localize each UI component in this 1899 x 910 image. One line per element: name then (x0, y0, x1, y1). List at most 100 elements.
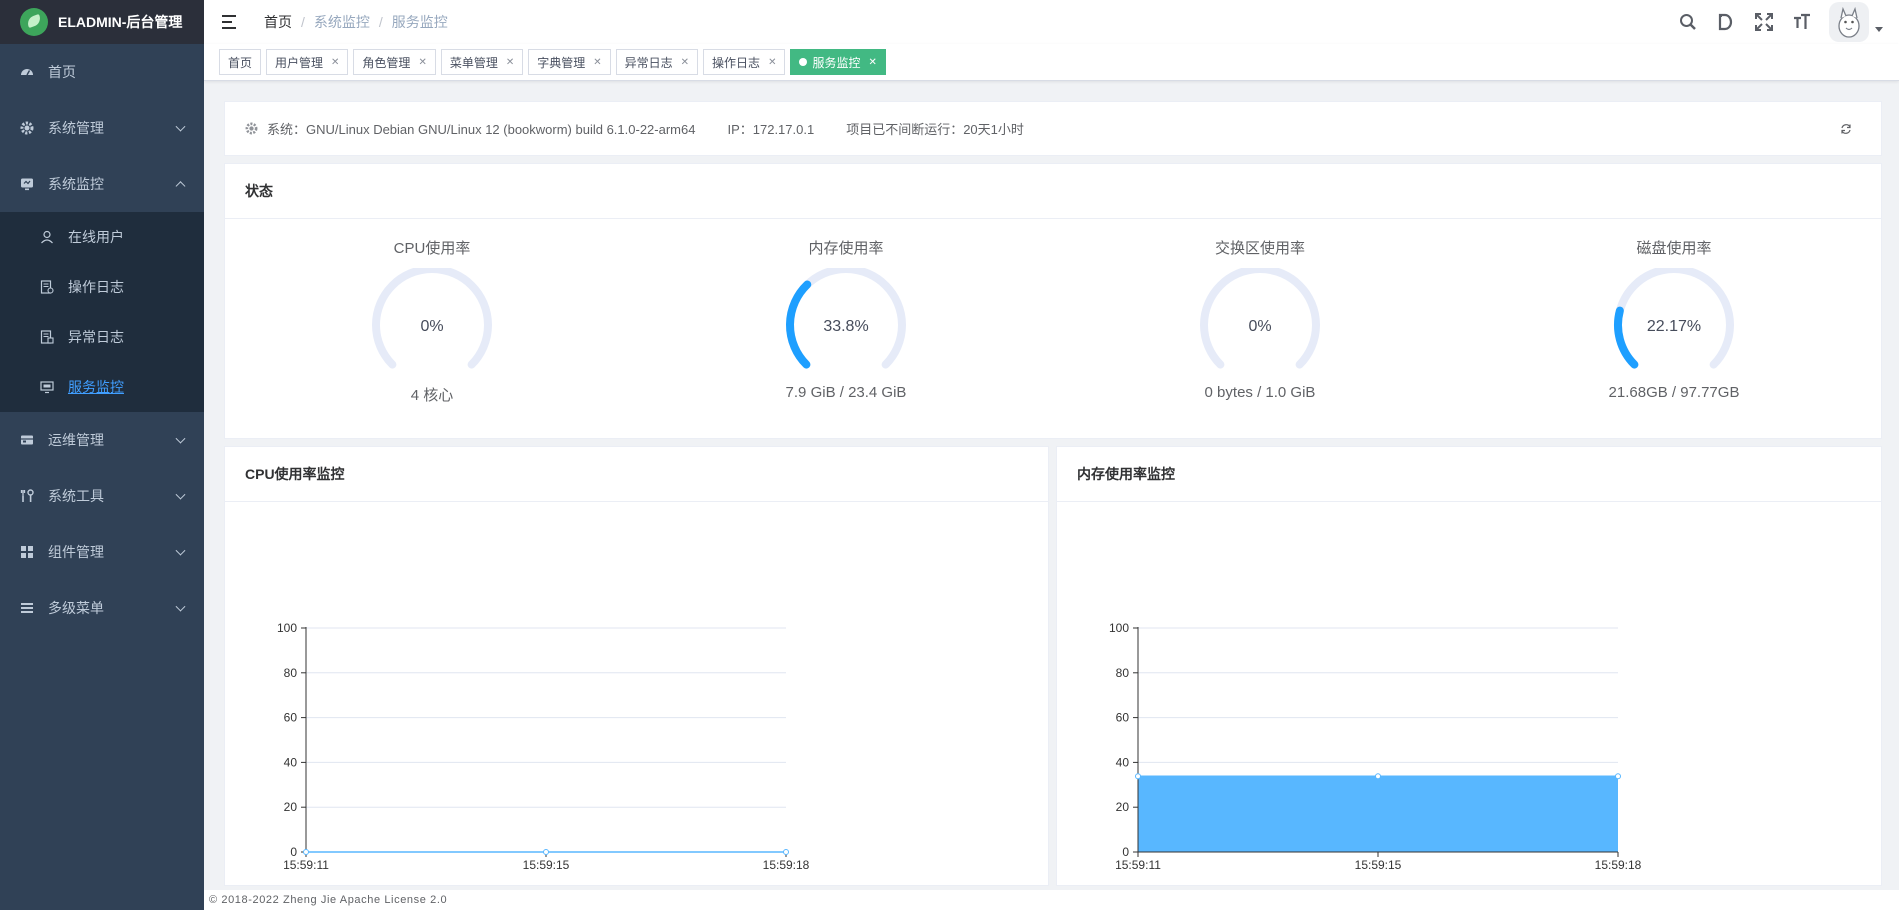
breadcrumb-item-current: 服务监控 (391, 14, 448, 30)
sidebar-item-multilevel[interactable]: 多级菜单 (0, 580, 204, 636)
gauge-fill (1614, 306, 1639, 369)
sidebar-item-label: 系统工具 (48, 488, 104, 504)
data-point (783, 849, 789, 855)
x-tick-label: 15:59:15 (1355, 858, 1402, 872)
logo[interactable]: ELADMIN-后台管理 (0, 0, 204, 44)
x-tick-label: 15:59:11 (1115, 858, 1161, 872)
gauge-title: 磁盘使用率 (1636, 240, 1712, 257)
refresh-icon[interactable] (1839, 122, 1853, 136)
user-icon (40, 230, 54, 244)
tags-view: 首页 用户管理 ✕ 角色管理 ✕ 菜单管理 ✕ 字典管理 ✕ 异常日志 ✕ 操作日志 ✕ 服… (204, 44, 1899, 81)
font-size-icon[interactable] (1783, 0, 1821, 44)
search-icon[interactable] (1669, 0, 1707, 44)
tag-server-monitor[interactable]: 服务监控 ✕ (790, 49, 886, 75)
status-card-title: 状态 (225, 164, 1881, 219)
hamburger-icon[interactable] (222, 15, 238, 29)
gauge-value: 33.8% (823, 318, 868, 335)
app-title: ELADMIN-后台管理 (58, 14, 183, 30)
tag-label: 服务监控 (812, 55, 861, 70)
gauge-value: 0% (420, 318, 443, 335)
sidebar-item-label: 异常日志 (68, 329, 124, 345)
gauges: CPU使用率 0% 4 核心 内存使用率 33.8% 7.9 GiB / 23.… (225, 219, 1881, 439)
sidebar-item-label: 操作日志 (68, 279, 124, 295)
gauge-ring: 22.17% (1614, 268, 1734, 369)
tag-label: 操作日志 (712, 55, 761, 70)
avatar[interactable] (1829, 2, 1869, 42)
sidebar-item-system[interactable]: 系统管理 (0, 100, 204, 156)
sidebar-item-operation-log[interactable]: 操作日志 (0, 262, 204, 312)
y-tick-label: 60 (284, 711, 298, 725)
gauge-title: CPU使用率 (393, 240, 471, 257)
sidebar-item-online-users[interactable]: 在线用户 (0, 212, 204, 262)
tag-user-management[interactable]: 用户管理 ✕ (266, 49, 349, 75)
y-tick-label: 100 (1109, 621, 1129, 635)
gauge-track (1614, 268, 1734, 369)
sidebar-item-server-monitor[interactable]: 服务监控 (0, 362, 204, 412)
chart-title: CPU使用率监控 (225, 447, 1048, 502)
cpu-line-chart: 0 20 40 60 80 100 15:59:11 15:59:15 15:59:18 (277, 621, 810, 872)
fullscreen-icon[interactable] (1745, 0, 1783, 44)
sidebar-item-ops[interactable]: 运维管理 (0, 412, 204, 468)
tag-dict-management[interactable]: 字典管理 ✕ (528, 49, 611, 75)
memory-chart-card: 内存使用率监控 0 20 40 60 80 100 15:59:11 15:59:15 15:5… (1056, 446, 1882, 886)
close-icon[interactable]: ✕ (868, 57, 876, 68)
gauge-ring: 0% (1200, 268, 1320, 369)
tag-error-log[interactable]: 异常日志 ✕ (615, 49, 699, 75)
sidebar-item-components[interactable]: 组件管理 (0, 524, 204, 580)
doc-icon[interactable] (1707, 0, 1745, 44)
gauge-disk: 磁盘使用率 22.17% 21.68GB / 97.77GB (1467, 219, 1881, 439)
sidebar-item-home[interactable]: 首页 (0, 44, 204, 100)
sidebar-item-label: 多级菜单 (48, 600, 104, 616)
gauge-detail: 7.9 GiB / 23.4 GiB (785, 384, 907, 401)
breadcrumb-item-home[interactable]: 首页 (264, 12, 292, 32)
close-icon[interactable]: ✕ (593, 57, 601, 68)
list-icon (20, 601, 34, 615)
chart-title: 内存使用率监控 (1057, 447, 1881, 502)
sidebar-item-label: 首页 (48, 64, 76, 80)
close-icon[interactable]: ✕ (418, 57, 426, 68)
close-icon[interactable]: ✕ (681, 57, 689, 68)
close-icon[interactable]: ✕ (768, 57, 776, 68)
chevron-down-icon (175, 489, 186, 500)
breadcrumb-item-monitor: 系统监控 (313, 14, 370, 30)
data-point (1375, 773, 1381, 780)
y-tick-label: 60 (1116, 711, 1130, 725)
status-card: 状态 CPU使用率 0% 4 核心 内存使用率 33.8% 7.9 GiB / … (224, 163, 1882, 439)
monitor-screen-icon (40, 380, 54, 394)
y-tick-label: 20 (1116, 800, 1130, 814)
breadcrumb: 首页 / 系统监控 / 服务监控 (264, 12, 448, 32)
data-point (1615, 773, 1621, 780)
tag-operation-log[interactable]: 操作日志 ✕ (703, 49, 786, 75)
sidebar-item-label: 系统监控 (48, 176, 104, 192)
gauge-swap: 交换区使用率 0% 0 bytes / 1.0 GiB (1053, 219, 1467, 439)
tag-role-management[interactable]: 角色管理 ✕ (353, 49, 436, 75)
y-tick-label: 0 (1122, 845, 1129, 859)
gauge-detail: 21.68GB / 97.77GB (1608, 384, 1740, 401)
close-icon[interactable]: ✕ (506, 57, 514, 68)
tag-menu-management[interactable]: 菜单管理 ✕ (440, 49, 524, 75)
sidebar-item-tools[interactable]: 系统工具 (0, 468, 204, 524)
os-info: 系统：GNU/Linux Debian GNU/Linux 12 (bookwo… (267, 122, 696, 137)
tag-label: 首页 (228, 55, 253, 70)
data-point (303, 849, 309, 855)
tag-home[interactable]: 首页 (219, 49, 262, 75)
close-icon[interactable]: ✕ (331, 57, 339, 68)
sidebar-item-monitor[interactable]: 系统监控 (0, 156, 204, 212)
sidebar-item-label: 组件管理 (48, 544, 104, 560)
cpu-chart-card: CPU使用率监控 0 20 40 60 80 100 15:59:11 15:59:15 15:… (224, 446, 1049, 886)
footer: © 2018-2022 Zheng Jie Apache License 2.0 (204, 890, 1899, 910)
error-log-icon (40, 330, 54, 344)
sidebar-item-label: 在线用户 (68, 229, 124, 245)
sidebar-item-error-log[interactable]: 异常日志 (0, 312, 204, 362)
chevron-down-icon (175, 433, 186, 444)
ip-info: IP：172.17.0.1 (727, 122, 815, 137)
caret-down-icon[interactable] (1875, 26, 1883, 32)
series-area (1138, 776, 1618, 852)
tools-icon (20, 489, 34, 503)
y-tick-label: 40 (284, 755, 298, 769)
active-dot-icon (799, 58, 808, 66)
navbar: 首页 / 系统监控 / 服务监控 (204, 0, 1899, 44)
chevron-down-icon (175, 545, 186, 556)
y-tick-label: 80 (1116, 666, 1130, 680)
navbar-actions (1669, 0, 1899, 44)
